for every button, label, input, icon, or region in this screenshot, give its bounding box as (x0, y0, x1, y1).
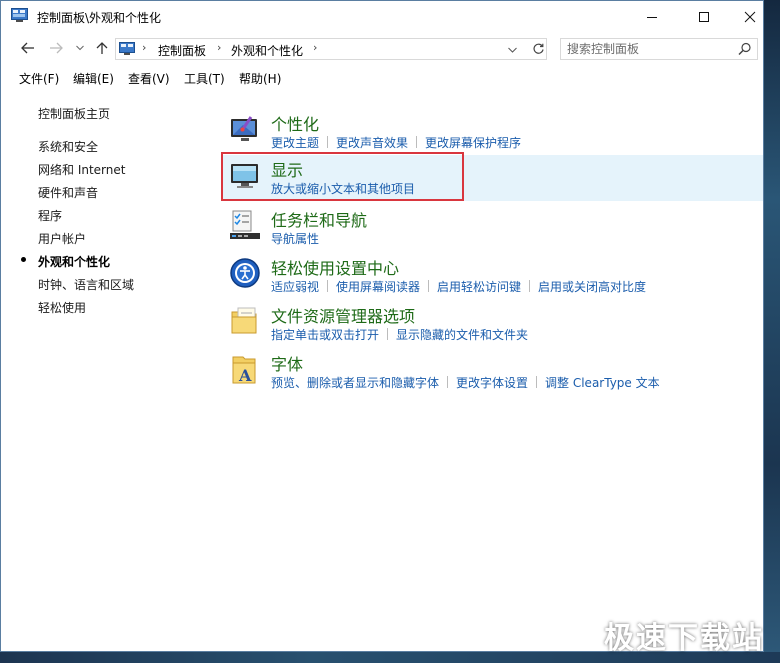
forward-button[interactable] (45, 38, 67, 58)
link-screen-reader[interactable]: 使用屏幕阅读器 (336, 280, 420, 294)
sidebar-item-programs[interactable]: 程序 (38, 207, 62, 224)
link-divider (428, 280, 430, 292)
link-change-theme[interactable]: 更改主题 (271, 136, 319, 150)
sidebar-item-system-security[interactable]: 系统和安全 (38, 138, 98, 155)
forward-arrow-icon (50, 42, 63, 54)
close-button[interactable] (727, 1, 773, 32)
category-title-ease-of-access[interactable]: 轻松使用设置中心 (271, 255, 399, 279)
link-divider (416, 136, 418, 148)
link-divider (536, 376, 538, 388)
link-change-sounds[interactable]: 更改声音效果 (336, 136, 408, 150)
category-title-display[interactable]: 显示 (271, 157, 303, 181)
link-divider (327, 280, 329, 292)
sidebar-item-user-accounts[interactable]: 用户帐户 (38, 230, 86, 247)
category-links-folder-options: 指定单击或双击打开 显示隐藏的文件和文件夹 (271, 326, 528, 343)
menu-help[interactable]: 帮助(H) (239, 70, 281, 87)
category-links-fonts: 预览、删除或者显示和隐藏字体 更改字体设置 调整 ClearType 文本 (271, 374, 660, 391)
title-bar[interactable]: 控制面板\外观和个性化 (1, 1, 763, 33)
breadcrumb-separator: › (142, 41, 147, 54)
fonts-icon: A (232, 356, 256, 385)
control-panel-icon (11, 8, 28, 22)
link-high-contrast[interactable]: 启用或关闭高对比度 (538, 280, 646, 294)
address-bar[interactable]: › 控制面板 › 外观和个性化 › (115, 38, 547, 60)
current-item-bullet (21, 257, 26, 262)
recent-locations-button[interactable] (73, 38, 87, 58)
category-links-taskbar: 导航属性 (271, 230, 319, 247)
ease-of-access-icon (230, 258, 260, 288)
sidebar-item-clock-region[interactable]: 时钟、语言和区域 (38, 276, 134, 293)
category-links-personalization: 更改主题 更改声音效果 更改屏幕保护程序 (271, 134, 521, 151)
sidebar-item-ease-of-access[interactable]: 轻松使用 (38, 299, 86, 316)
search-box[interactable] (560, 38, 758, 60)
link-cleartype[interactable]: 调整 ClearType 文本 (545, 376, 660, 390)
close-icon (744, 11, 756, 22)
category-links-ease-of-access: 适应弱视 使用屏幕阅读器 启用轻松访问键 启用或关闭高对比度 (271, 278, 646, 295)
category-taskbar: 任务栏和导航 导航属性 (223, 205, 763, 251)
breadcrumb-control-panel[interactable]: 控制面板 (158, 42, 206, 59)
taskbar-icon (230, 210, 260, 239)
watermark-text: 极速下载站 (604, 621, 764, 656)
maximize-button[interactable] (681, 1, 727, 32)
link-change-screensaver[interactable]: 更改屏幕保护程序 (425, 136, 521, 150)
back-button[interactable] (17, 38, 39, 58)
minimize-button[interactable] (629, 1, 675, 32)
sidebar-item-appearance: 外观和个性化 (38, 255, 111, 269)
desktop-background (764, 0, 780, 663)
category-title-fonts[interactable]: 字体 (271, 351, 303, 375)
up-arrow-icon (96, 42, 108, 54)
folder-options-icon (231, 307, 257, 334)
link-low-vision[interactable]: 适应弱视 (271, 280, 319, 294)
link-preview-fonts[interactable]: 预览、删除或者显示和隐藏字体 (271, 376, 439, 390)
svg-text:A: A (238, 366, 252, 385)
minimize-icon (647, 16, 657, 18)
display-icon (231, 164, 258, 188)
maximize-icon (699, 11, 709, 22)
breadcrumb-separator[interactable]: › (217, 41, 221, 54)
link-show-hidden[interactable]: 显示隐藏的文件和文件夹 (396, 328, 528, 342)
back-arrow-icon (21, 42, 34, 54)
control-panel-icon (119, 42, 135, 55)
category-display[interactable]: 显示 放大或缩小文本和其他项目 (223, 155, 763, 201)
link-navigation-properties[interactable]: 导航属性 (271, 232, 319, 246)
category-personalization: 个性化 更改主题 更改声音效果 更改屏幕保护程序 (223, 109, 763, 155)
menu-tools[interactable]: 工具(T) (184, 70, 225, 87)
sidebar-item-network[interactable]: 网络和 Internet (38, 161, 125, 178)
category-ease-of-access: 轻松使用设置中心 适应弱视 使用屏幕阅读器 启用轻松访问键 启用或关闭高对比度 (223, 253, 763, 299)
refresh-button[interactable] (530, 40, 546, 58)
chevron-down-icon (508, 47, 517, 53)
category-title-personalization[interactable]: 个性化 (271, 111, 319, 135)
sidebar-item-hardware-sound[interactable]: 硬件和声音 (38, 184, 98, 201)
personalization-icon (231, 116, 257, 141)
address-dropdown-button[interactable] (508, 41, 517, 56)
link-access-keys[interactable]: 启用轻松访问键 (437, 280, 521, 294)
link-divider (447, 376, 449, 388)
link-click-open[interactable]: 指定单击或双击打开 (271, 328, 379, 342)
category-title-taskbar[interactable]: 任务栏和导航 (271, 207, 367, 231)
menu-edit[interactable]: 编辑(E) (73, 70, 114, 87)
control-panel-window: 控制面板\外观和个性化 › 控制面板 › 外观和个性化 › 搜索控制面板 文件(… (0, 0, 764, 652)
breadcrumb-separator[interactable]: › (313, 41, 317, 54)
menu-file[interactable]: 文件(F) (19, 70, 59, 87)
menu-view[interactable]: 查看(V) (128, 70, 170, 87)
category-title-folder-options[interactable]: 文件资源管理器选项 (271, 303, 415, 327)
breadcrumb-appearance[interactable]: 外观和个性化 (231, 42, 303, 59)
sidebar-home-link[interactable]: 控制面板主页 (38, 105, 110, 122)
search-icon[interactable] (738, 42, 752, 56)
sidebar: 控制面板主页 系统和安全 网络和 Internet 硬件和声音 程序 用户帐户 … (1, 97, 211, 397)
link-resize-text[interactable]: 放大或缩小文本和其他项目 (271, 182, 415, 196)
category-links-display: 放大或缩小文本和其他项目 (271, 180, 415, 197)
category-fonts: A 字体 预览、删除或者显示和隐藏字体 更改字体设置 调整 ClearType 文本 (223, 349, 763, 395)
menu-bar: 文件(F) 编辑(E) 查看(V) 工具(T) 帮助(H) (1, 66, 763, 88)
window-title: 控制面板\外观和个性化 (37, 11, 162, 25)
chevron-down-icon (76, 45, 84, 51)
search-input[interactable] (567, 40, 727, 58)
link-font-settings[interactable]: 更改字体设置 (456, 376, 528, 390)
navigation-bar: › 控制面板 › 外观和个性化 › (1, 34, 763, 62)
link-divider (529, 280, 531, 292)
refresh-icon (532, 43, 544, 54)
category-folder-options: 文件资源管理器选项 指定单击或双击打开 显示隐藏的文件和文件夹 (223, 301, 763, 347)
up-button[interactable] (93, 38, 111, 58)
link-divider (327, 136, 329, 148)
link-divider (387, 328, 389, 340)
